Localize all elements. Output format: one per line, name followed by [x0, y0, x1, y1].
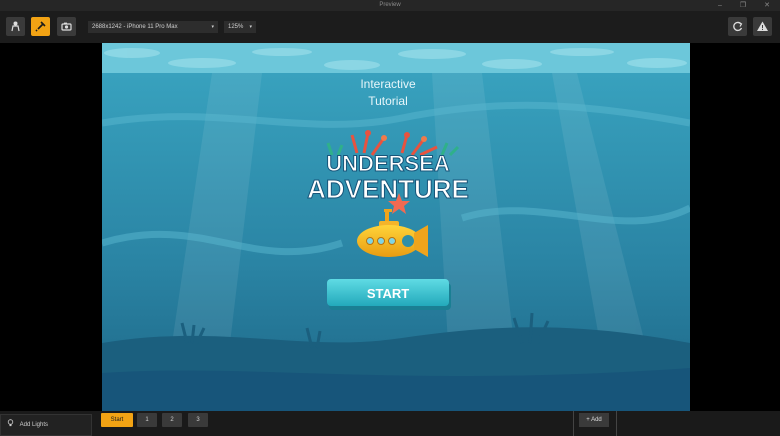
tab-start[interactable]: Start	[101, 413, 133, 427]
minimize-button[interactable]: –	[711, 0, 729, 11]
chevron-down-icon: ▾	[211, 24, 214, 30]
tab-1[interactable]: 1	[137, 413, 157, 427]
person-icon[interactable]	[6, 17, 25, 36]
add-scene-button[interactable]: + Add	[579, 413, 609, 427]
camera-icon[interactable]	[57, 17, 76, 36]
title-bar: Preview – ❐ ✕	[0, 0, 780, 11]
game-preview[interactable]: Interactive Tutorial UNDERSEA ADVENTURE	[102, 43, 690, 411]
divider	[573, 411, 574, 436]
zoom-select-value: 125%	[228, 24, 244, 30]
zoom-select[interactable]: 125% ▾	[224, 21, 256, 33]
maximize-button[interactable]: ❐	[734, 0, 752, 11]
add-lights-label: Add Lights	[19, 422, 49, 428]
game-title-line2: ADVENTURE	[307, 174, 469, 204]
window-title: Preview	[379, 2, 401, 8]
pin-icon[interactable]	[31, 17, 50, 36]
device-select-value: 2688x1242 - iPhone 11 Pro Max	[92, 24, 178, 30]
tab-3[interactable]: 3	[188, 413, 208, 427]
start-button-label: START	[367, 286, 409, 301]
device-select[interactable]: 2688x1242 - iPhone 11 Pro Max ▾	[88, 21, 218, 33]
add-lights-button[interactable]: Add Lights	[0, 414, 92, 436]
close-button[interactable]: ✕	[758, 0, 776, 11]
divider	[616, 411, 617, 436]
lightbulb-icon	[7, 419, 16, 428]
refresh-icon[interactable]	[728, 17, 747, 36]
game-title-line1: UNDERSEA	[326, 151, 450, 176]
tab-2[interactable]: 2	[162, 413, 182, 427]
toolbar: 2688x1242 - iPhone 11 Pro Max ▾ 125% ▾	[0, 11, 780, 43]
chevron-down-icon: ▾	[249, 24, 252, 30]
warning-icon[interactable]	[753, 17, 772, 36]
game-subtitle-line2: Tutorial	[368, 94, 408, 108]
start-button[interactable]: START	[327, 279, 451, 310]
game-subtitle-line1: Interactive	[360, 77, 416, 91]
